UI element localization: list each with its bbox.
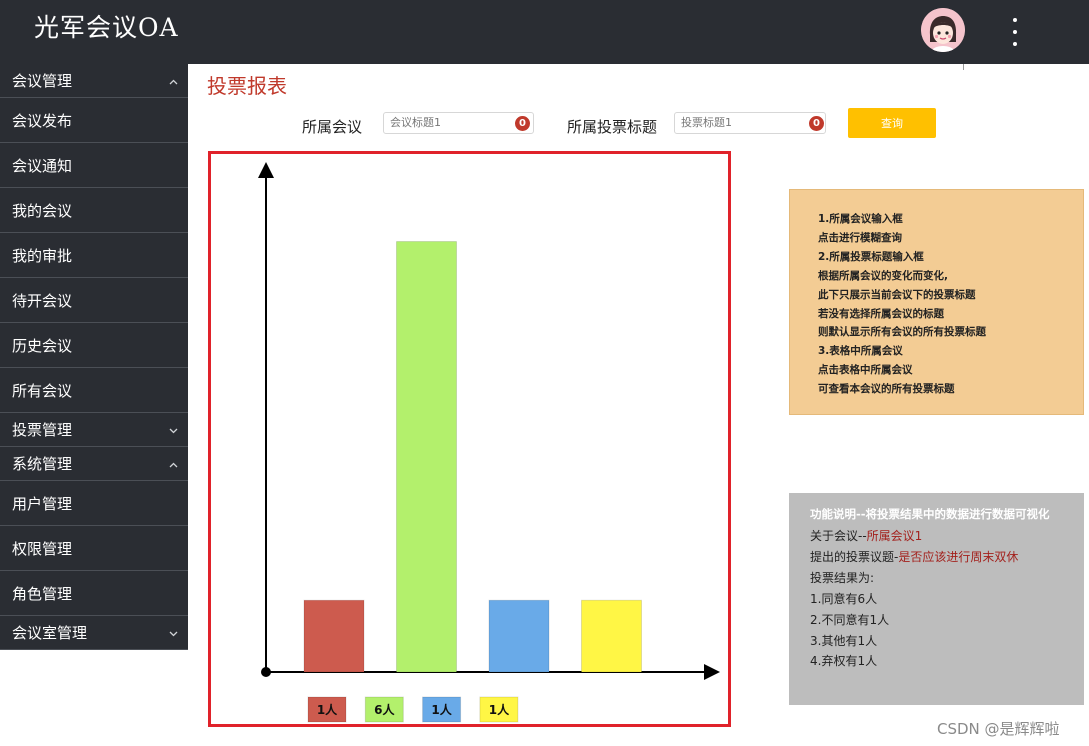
sidebar-label: 系统管理: [12, 455, 73, 473]
bar-4: [581, 599, 642, 673]
clear-vote-icon[interactable]: 0: [809, 116, 824, 131]
sidebar-label: 我的审批: [12, 246, 73, 265]
sidebar-item[interactable]: 待开会议: [0, 278, 188, 323]
data-label-4: 1人: [489, 702, 510, 717]
meeting-title-input[interactable]: 会议标题1: [383, 112, 534, 134]
meeting-prefix: 关于会议--: [810, 529, 867, 543]
sidebar-label: 权限管理: [12, 539, 73, 558]
chevron-up-icon: [169, 74, 178, 88]
vote-chart-frame: 1人 6人 1人 1人: [208, 151, 731, 727]
sidebar-group[interactable]: 会议管理: [0, 64, 188, 98]
chevron-down-icon: [169, 423, 178, 437]
instruction-line: 3.表格中所属会议: [818, 345, 903, 358]
sidebar-group[interactable]: 投票管理: [0, 413, 188, 447]
bar-1: [303, 599, 365, 673]
sidebar-label: 会议发布: [12, 111, 73, 130]
sidebar-item[interactable]: 权限管理: [0, 526, 188, 571]
chevron-up-icon: [169, 457, 178, 471]
sidebar-label: 会议管理: [12, 72, 73, 90]
sidebar-label: 用户管理: [12, 494, 73, 513]
avatar-girl-icon[interactable]: [921, 8, 965, 52]
sidebar-item[interactable]: 角色管理: [0, 571, 188, 616]
sidebar-item[interactable]: 会议发布: [0, 98, 188, 143]
sidebar-nav: 会议管理会议发布会议通知我的会议我的审批待开会议历史会议所有会议投票管理系统管理…: [0, 64, 188, 650]
description-panel: 功能说明--将投票结果中的数据进行数据可视化 关于会议--所属会议1 提出的投票…: [789, 493, 1084, 705]
sidebar-item[interactable]: 用户管理: [0, 481, 188, 526]
sidebar-label: 会议通知: [12, 156, 73, 175]
sidebar-label: 所有会议: [12, 381, 73, 400]
description-heading: 功能说明--将投票结果中的数据进行数据可视化: [810, 507, 1050, 521]
top-header: 光军会议OA: [0, 0, 1089, 64]
instruction-line: 点击表格中所属会议: [818, 364, 913, 377]
results-list: 1.同意有6人 2.不同意有1人 3.其他有1人 4.弃权有1人: [810, 589, 1084, 673]
vote-title-input[interactable]: 投票标题1: [674, 112, 826, 134]
topic-prefix: 提出的投票议题-: [810, 549, 899, 564]
sidebar-item[interactable]: 所有会议: [0, 368, 188, 413]
data-label-1: 1人: [317, 702, 338, 717]
bar-3: [488, 599, 550, 673]
result-line: 1.同意有6人: [810, 591, 878, 606]
data-label-2: 6人: [374, 702, 395, 717]
data-label-3: 1人: [431, 702, 452, 717]
bar-2: [396, 241, 457, 673]
instruction-line: 1.所属会议输入框: [818, 213, 903, 225]
sidebar-item[interactable]: 我的会议: [0, 188, 188, 233]
instruction-line: 可查看本会议的所有投票标题: [818, 383, 955, 396]
sidebar-label: 投票管理: [12, 421, 73, 439]
instruction-line: 根据所属会议的变化而变化,: [818, 269, 948, 282]
meeting-filter-label: 所属会议: [302, 118, 363, 136]
app-title: 光军会议OA: [34, 13, 179, 42]
topic-value: 是否应该进行周末双休: [898, 549, 1019, 564]
sidebar-item[interactable]: 我的审批: [0, 233, 188, 278]
instruction-line: 此下只展示当前会议下的投票标题: [818, 288, 976, 301]
vote-bar-chart: 1人 6人 1人 1人: [258, 162, 720, 723]
sidebar-label: 会议室管理: [12, 624, 88, 642]
sidebar-item[interactable]: 历史会议: [0, 323, 188, 368]
sidebar-label: 待开会议: [12, 291, 73, 310]
results-label: 投票结果为:: [810, 570, 875, 585]
sidebar-item[interactable]: 会议通知: [0, 143, 188, 188]
instruction-line: 点击进行模糊查询: [818, 231, 902, 244]
query-button[interactable]: 查询: [848, 108, 936, 138]
instruction-line: 2.所属投票标题输入框: [818, 250, 924, 263]
clear-meeting-icon[interactable]: 0: [515, 116, 530, 131]
header-divider: [963, 64, 964, 70]
sidebar-label: 角色管理: [12, 584, 73, 603]
chevron-down-icon: [169, 626, 178, 640]
meeting-line: 关于会议--所属会议1: [810, 526, 1084, 547]
sidebar-label: 历史会议: [12, 336, 73, 355]
meeting-value: 所属会议1: [866, 529, 923, 543]
instruction-line: 则默认显示所有会议的所有投票标题: [818, 326, 986, 339]
kebab-menu-icon[interactable]: [1006, 18, 1024, 46]
watermark: CSDN @是辉辉啦: [937, 720, 1060, 738]
result-line: 4.弃权有1人: [810, 654, 878, 669]
vote-filter-label: 所属投票标题: [567, 118, 658, 136]
result-line: 3.其他有1人: [810, 633, 878, 648]
sidebar-group[interactable]: 系统管理: [0, 447, 188, 481]
sidebar-group[interactable]: 会议室管理: [0, 616, 188, 650]
sidebar-label: 我的会议: [12, 201, 73, 220]
instructions-panel: 1.所属会议输入框 点击进行模糊查询 2.所属投票标题输入框根据所属会议的变化而变化…: [789, 189, 1084, 415]
page-title: 投票报表: [207, 74, 287, 98]
axis-origin: [261, 667, 271, 677]
instruction-line: 若没有选择所属会议的标题: [818, 307, 944, 320]
result-line: 2.不同意有1人: [810, 612, 890, 627]
topic-line: 提出的投票议题-是否应该进行周末双休: [810, 547, 1084, 568]
